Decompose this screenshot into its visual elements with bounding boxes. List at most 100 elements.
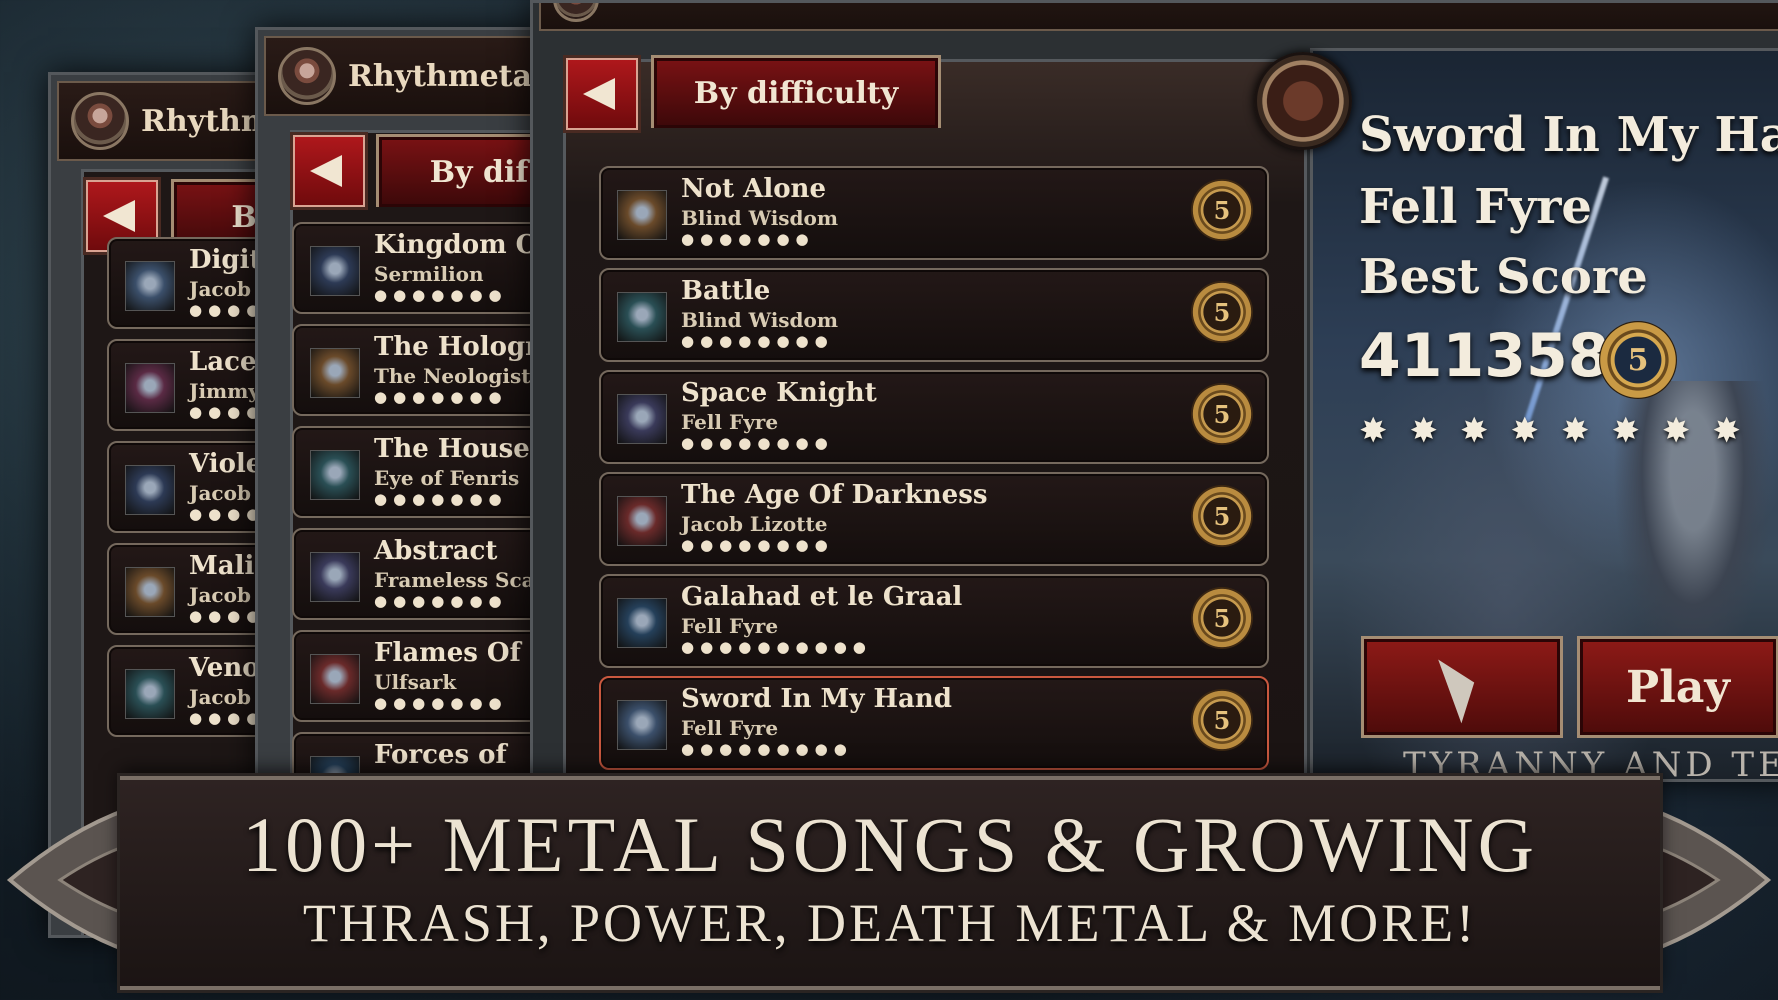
rank-medal-icon: 5 (1191, 485, 1253, 547)
difficulty-stars: ●●●●●●● (374, 694, 508, 712)
song-row[interactable]: DigitJacob●●●●●●● (107, 237, 271, 329)
app-title: Rhythmetall (348, 58, 541, 94)
song-row[interactable]: The House Eye of Fenris ●●●●●●● (292, 426, 538, 518)
song-artist: Sermilion (374, 262, 484, 286)
selected-song-title: Sword In My Hand (1359, 107, 1778, 163)
crest-icon (1254, 52, 1352, 150)
play-button[interactable]: Play (1577, 636, 1778, 738)
song-row[interactable]: Galahad et le Graal Fell Fyre ●●●●●●●●●● 5 (599, 574, 1269, 668)
song-title: Veno (189, 653, 260, 683)
song-title: The Age Of Darkness (681, 480, 988, 510)
song-artist: Frameless Sca (374, 568, 535, 592)
song-title: Viole (189, 449, 263, 479)
leaderboard-button[interactable] (1361, 636, 1563, 738)
sort-dropdown[interactable]: By difficulty (651, 55, 941, 128)
song-row[interactable]: LacerJimmy●●●●●●● (107, 339, 271, 431)
rank-medal-icon: 5 (1191, 587, 1253, 649)
song-artist: Fell Fyre (681, 716, 779, 740)
song-artist: Blind Wisdom (681, 308, 839, 332)
banner-headline: 100+ METAL SONGS & GROWING (242, 801, 1538, 888)
album-thumbnail (125, 261, 175, 311)
song-row[interactable]: Kingdom O Sermilion ●●●●●●● (292, 222, 539, 314)
album-thumbnail (310, 654, 360, 704)
album-thumbnail (617, 496, 667, 546)
album-thumbnail (617, 190, 667, 240)
difficulty-stars: ●●●●●●●● (681, 536, 834, 554)
song-row[interactable]: VenoJacob●●●●●●● (107, 645, 271, 737)
song-row[interactable]: The Age Of Darkness Jacob Lizotte ●●●●●●●●… (599, 472, 1269, 566)
song-row[interactable]: Flames Of Ulfsark ●●●●●●● (292, 630, 538, 722)
song-title: Sword In My Hand (681, 684, 952, 714)
difficulty-stars: ●●●●●●●●● (681, 740, 853, 758)
song-title: Battle (681, 276, 771, 306)
back-panel-header: Rhythm (57, 81, 271, 161)
middle-panel: Rhythmetall By dif Kingdom O Sermilion ●●●… (255, 27, 541, 823)
difficulty-stars: ✸✸✸✸✸✸✸✸ (1359, 411, 1763, 451)
album-thumbnail (125, 669, 175, 719)
banner-subline: THRASH, POWER, DEATH METAL & MORE! (302, 893, 1478, 953)
avatar[interactable] (278, 47, 336, 105)
back-arrow-icon (103, 200, 135, 232)
album-thumbnail (310, 246, 360, 296)
song-title: Forces of (374, 740, 507, 770)
back-button[interactable] (563, 55, 641, 133)
album-thumbnail (617, 292, 667, 342)
song-title: Flames Of (374, 638, 521, 668)
song-row[interactable]: The Hologr The Neologist ●●●●●●● (292, 324, 539, 416)
song-title: Digit (189, 245, 262, 275)
promo-banner: 100+ METAL SONGS & GROWING THRASH, POWER… (120, 776, 1660, 990)
song-title: Abstract (374, 536, 498, 566)
song-row[interactable]: Battle Blind Wisdom ●●●●●●●● 5 (599, 268, 1269, 362)
song-title: Space Knight (681, 378, 877, 408)
selected-song-artist: Fell Fyre (1359, 179, 1592, 235)
rank-medal-icon: 5 (1599, 321, 1677, 399)
best-score-label: Best Score (1359, 249, 1648, 305)
song-artist: Jacob Lizotte (681, 512, 828, 536)
difficulty-stars: ●●●●●●● (374, 286, 508, 304)
song-artist: Jacob (189, 583, 251, 607)
difficulty-stars: ●●●●●●● (374, 592, 508, 610)
album-thumbnail (310, 552, 360, 602)
album-thumbnail (617, 700, 667, 750)
song-title: Not Alone (681, 174, 827, 204)
album-thumbnail (125, 567, 175, 617)
song-artist: Ulfsark (374, 670, 457, 694)
difficulty-stars: ●●●●●●● (374, 490, 508, 508)
album-thumbnail (125, 465, 175, 515)
back-button[interactable] (290, 132, 368, 210)
album-thumbnail (310, 348, 360, 398)
song-artist: Jimmy (189, 379, 261, 403)
banner-flag-icon (1438, 650, 1486, 724)
song-artist: Jacob (189, 481, 251, 505)
song-row[interactable]: Space Knight Fell Fyre ●●●●●●●● 5 (599, 370, 1269, 464)
album-thumbnail (617, 598, 667, 648)
front-panel-header (539, 3, 1778, 31)
app-title: Rhythm (141, 103, 273, 139)
album-thumbnail (617, 394, 667, 444)
song-row[interactable]: Sword In My Hand Fell Fyre ●●●●●●●●● 5 (599, 676, 1269, 770)
song-title: The House (374, 434, 530, 464)
song-artist: Jacob (189, 685, 251, 709)
back-arrow-icon (310, 155, 342, 187)
rank-medal-icon: 5 (1191, 383, 1253, 445)
song-title: The Hologr (374, 332, 539, 362)
album-thumbnail (310, 450, 360, 500)
song-row[interactable]: MalicJacob●●●●●●● (107, 543, 271, 635)
song-detail-panel: Sword In My Hand Fell Fyre Best Score 41… (1310, 48, 1778, 782)
song-row[interactable]: Abstract Frameless Sca ●●●●●●● (292, 528, 538, 620)
song-title: Kingdom O (374, 230, 539, 260)
middle-panel-header: Rhythmetall (264, 36, 538, 116)
difficulty-stars: ●●●●●●●●●● (681, 638, 872, 656)
avatar[interactable] (553, 3, 599, 22)
song-artist: Eye of Fenris (374, 466, 520, 490)
song-row[interactable]: VioleJacob●●●●●●● (107, 441, 271, 533)
difficulty-stars: ●●●●●●●● (681, 434, 834, 452)
rank-medal-icon: 5 (1191, 179, 1253, 241)
sort-tab[interactable]: By dif (376, 134, 538, 207)
avatar[interactable] (71, 92, 129, 150)
rank-medal-icon: 5 (1191, 281, 1253, 343)
difficulty-stars: ●●●●●●●● (681, 332, 834, 350)
song-row[interactable]: Not Alone Blind Wisdom ●●●●●●● 5 (599, 166, 1269, 260)
album-thumbnail (125, 363, 175, 413)
song-artist: Fell Fyre (681, 614, 779, 638)
